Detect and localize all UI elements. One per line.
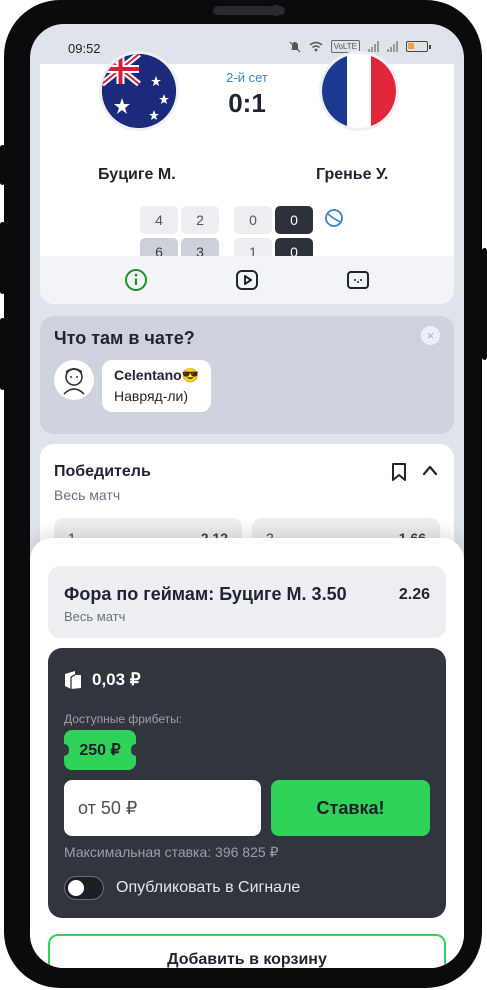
phone-power-button — [482, 248, 487, 360]
chat-message-bubble: Celentano😎 Навряд-ли) — [102, 360, 212, 412]
market-subtitle: Весь матч — [54, 487, 121, 503]
signal-2-icon — [387, 41, 398, 52]
chevron-up-icon[interactable] — [422, 464, 438, 476]
player1-game-score: 0 — [234, 206, 272, 234]
avatar — [54, 360, 94, 400]
publish-signal-toggle[interactable] — [64, 876, 104, 900]
player2-name: Гренье У. — [316, 166, 389, 183]
user-avatar-icon — [63, 368, 85, 395]
chat-title: Что там в чате? — [54, 328, 195, 348]
stake-input[interactable] — [64, 780, 261, 836]
stake-panel: 0,03 ₽ Доступные фрибеты: 250 ₽ Ставка! … — [48, 648, 446, 918]
chat-preview-card[interactable]: Что там в чате? × Celentano😎 Навряд-ли) — [40, 316, 454, 434]
selected-bet-title: Фора по геймам: Буциге М. 3.50 — [64, 584, 347, 604]
market-title: Победитель — [54, 463, 151, 480]
status-time: 09:52 — [68, 41, 101, 56]
serve-ball-icon — [325, 209, 343, 227]
selected-bet-subtitle: Весь матч — [64, 609, 126, 624]
status-icons: VoLTE — [289, 40, 431, 53]
chat-message-author: Celentano😎 — [114, 367, 200, 383]
info-icon[interactable] — [124, 268, 148, 292]
volte-badge: VoLTE — [330, 40, 360, 53]
video-icon[interactable] — [235, 268, 259, 292]
close-chat-button[interactable]: × — [421, 326, 440, 345]
account-balance: 0,03 ₽ — [92, 670, 141, 689]
chat-message-text: Навряд-ли) — [114, 388, 189, 404]
match-score-card: 2-й сет 0:1 Буциге М. Гренье У. 4 2 0 0 … — [40, 54, 454, 304]
selected-bet-summary: Фора по геймам: Буциге М. 3.50 2.26 Весь… — [48, 566, 446, 638]
player1-set1-score: 4 — [140, 206, 178, 234]
app-screen: 09:52 VoLTE 2-й сет 0:1 Буциге М. Гренье… — [30, 24, 464, 968]
toggle-knob — [68, 880, 84, 896]
freebet-chip[interactable]: 250 ₽ — [59, 730, 141, 770]
field-icon[interactable] — [346, 268, 370, 292]
match-tabs — [40, 256, 454, 304]
freebets-label: Доступные фрибеты: — [64, 712, 183, 726]
current-set-label: 2-й сет — [226, 70, 268, 85]
player1-name: Буциге М. — [98, 166, 176, 183]
wifi-icon — [309, 41, 323, 52]
signal-icon — [368, 41, 379, 52]
max-stake-text: Максимальная ставка: 396 825 ₽ — [64, 844, 279, 860]
place-bet-button[interactable]: Ставка! — [271, 780, 430, 836]
wallet-icon — [65, 671, 81, 689]
status-bar: 09:52 VoLTE — [30, 24, 464, 68]
phone-camera — [270, 5, 281, 16]
publish-signal-label: Опубликовать в Сигнале — [116, 879, 301, 896]
player1-point-score: 0 — [275, 206, 313, 234]
add-to-basket-button[interactable]: Добавить в корзину — [48, 934, 446, 968]
phone-frame: 09:52 VoLTE 2-й сет 0:1 Буциге М. Гренье… — [4, 0, 482, 988]
bookmark-icon[interactable] — [390, 462, 408, 482]
bet-slip-sheet: Фора по геймам: Буциге М. 3.50 2.26 Весь… — [30, 538, 464, 968]
battery-icon — [406, 41, 431, 52]
match-score: 0:1 — [228, 88, 266, 118]
selected-bet-odd: 2.26 — [398, 586, 430, 603]
player1-set2-score: 2 — [181, 206, 219, 234]
mute-icon — [289, 41, 301, 52]
